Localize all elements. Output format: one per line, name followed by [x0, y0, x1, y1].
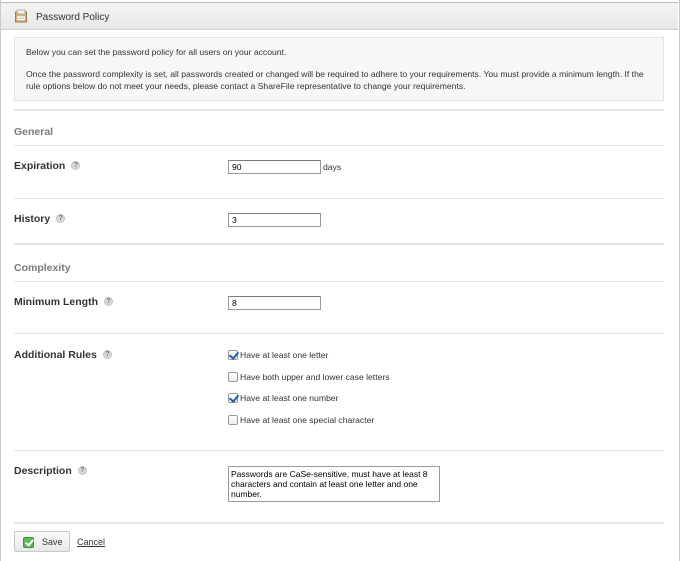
expiration-label-text: Expiration	[14, 160, 66, 172]
checkbox-checked[interactable]	[228, 350, 238, 360]
additional-rules-label: Additional Rules?	[14, 349, 112, 361]
help-icon[interactable]: ?	[102, 349, 112, 359]
expiration-unit: days	[323, 162, 342, 172]
section-title-general: General	[14, 126, 54, 138]
checkbox-unchecked[interactable]	[228, 372, 238, 382]
rule-label: Have both upper and lower case letters	[240, 372, 390, 382]
expiration-label: Expiration?	[14, 160, 81, 172]
description-label-text: Description	[14, 465, 72, 477]
divider	[14, 450, 664, 451]
notice-details: Once the password complexity is set, all…	[26, 69, 644, 91]
notice-intro: Below you can set the password policy fo…	[26, 47, 287, 57]
history-input[interactable]	[228, 213, 321, 227]
help-icon[interactable]: ?	[56, 213, 66, 223]
history-label-text: History	[14, 213, 51, 225]
divider	[14, 281, 664, 282]
section-title-complexity: Complexity	[14, 262, 71, 274]
divider	[14, 243, 664, 245]
panel-title: Password Policy	[36, 12, 110, 23]
min-length-input[interactable]	[228, 296, 321, 310]
checkmark-icon	[23, 537, 34, 548]
rule-label: Have at least one number	[240, 393, 339, 403]
divider	[14, 198, 664, 199]
save-label: Save	[42, 537, 63, 547]
cancel-link[interactable]: Cancel	[77, 537, 105, 547]
help-icon[interactable]: ?	[77, 465, 87, 475]
panel-header: Password Policy	[1, 2, 678, 30]
min-length-label: Minimum Length?	[14, 296, 113, 308]
min-length-label-text: Minimum Length	[14, 296, 98, 308]
additional-rules-label-text: Additional Rules	[14, 349, 97, 361]
checkbox-unchecked[interactable]	[228, 415, 238, 425]
divider	[14, 522, 664, 524]
save-button[interactable]: Save	[14, 531, 70, 552]
info-notice: Below you can set the password policy fo…	[14, 37, 664, 101]
help-icon[interactable]: ?	[104, 296, 113, 306]
history-label: History?	[14, 213, 66, 225]
checkbox-checked[interactable]	[228, 393, 238, 403]
description-label: Description?	[14, 465, 87, 477]
clipboard-icon	[15, 9, 27, 23]
rule-label: Have at least one letter	[240, 350, 329, 360]
help-icon[interactable]: ?	[71, 160, 81, 170]
rule-label: Have at least one special character	[240, 415, 375, 425]
expiration-input[interactable]	[228, 160, 321, 174]
divider	[14, 145, 664, 146]
divider	[14, 109, 664, 111]
description-textarea[interactable]: Passwords are CaSe-sensitive, must have …	[228, 466, 440, 502]
divider	[14, 333, 664, 334]
